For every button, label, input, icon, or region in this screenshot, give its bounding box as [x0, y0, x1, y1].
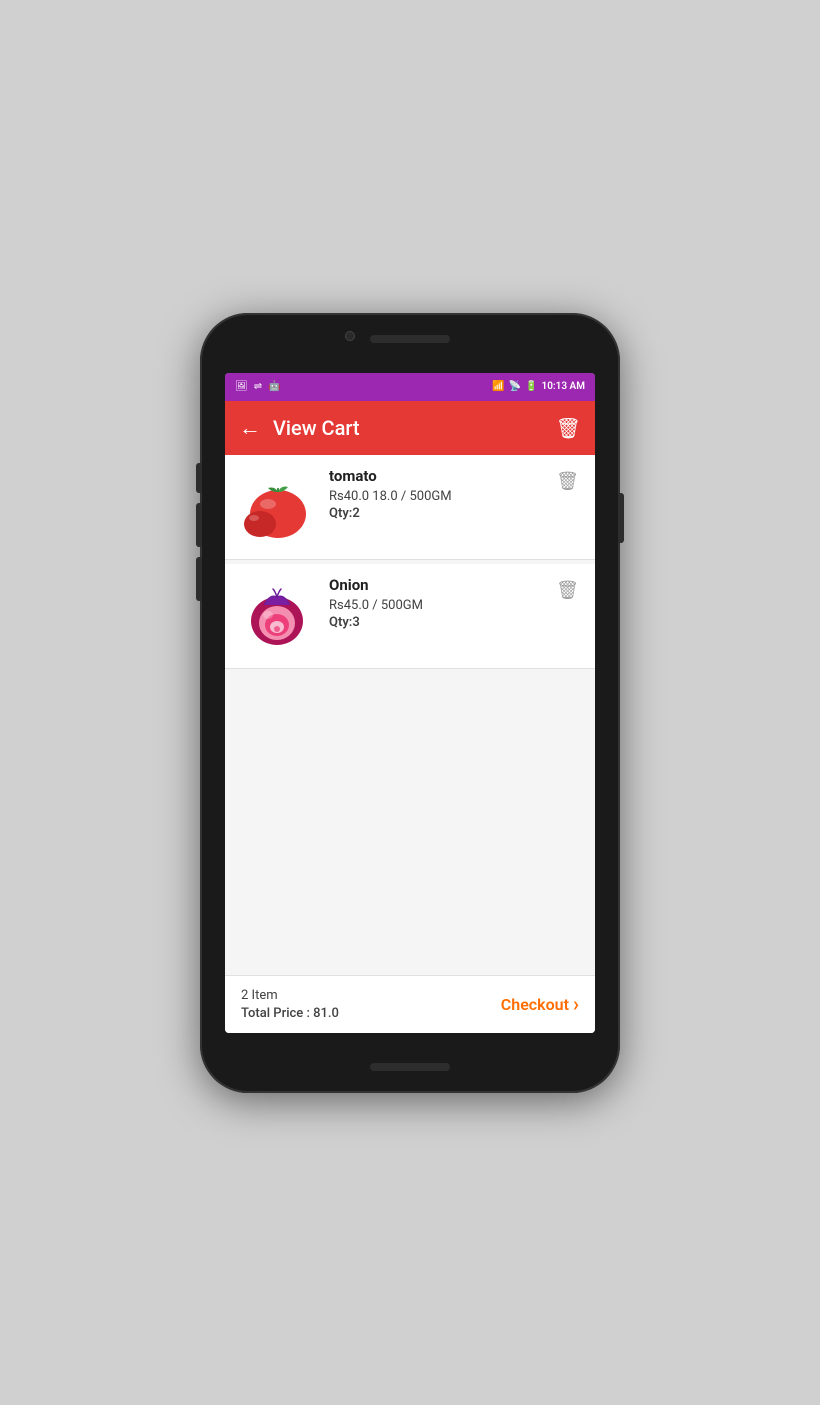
onion-details: Onion Rs45.0 / 500GM Qty:3 — [329, 576, 552, 630]
toolbar-delete-button[interactable]: 🗑 — [556, 416, 581, 440]
toolbar-title: View Cart — [273, 416, 556, 440]
onion-price: Rs45.0 / 500GM — [329, 598, 552, 613]
checkout-label: Checkout — [501, 995, 569, 1014]
onion-name: Onion — [329, 576, 552, 594]
tomato-qty: Qty:2 — [329, 506, 552, 521]
phone-speaker-bottom — [370, 1063, 450, 1071]
status-bar-right: 📶 📡 🔋 10:13 AM — [492, 381, 585, 392]
signal-icon: 📡 — [509, 381, 521, 392]
volume-down-button — [196, 557, 202, 601]
onion-delete-button[interactable]: 🗑 — [552, 576, 583, 605]
cart-content: tomato Rs40.0 18.0 / 500GM Qty:2 🗑 — [225, 455, 595, 1033]
phone-screen: 🖼 ⇌ 🤖 📶 📡 🔋 10:13 AM ← View Cart 🗑 — [225, 373, 595, 1033]
content-spacer — [225, 715, 595, 975]
phone-device: 🖼 ⇌ 🤖 📶 📡 🔋 10:13 AM ← View Cart 🗑 — [200, 313, 620, 1093]
cart-footer: 2 Item Total Price : 81.0 Checkout › — [225, 975, 595, 1033]
time-display: 10:13 AM — [542, 381, 586, 392]
phone-camera — [345, 331, 355, 341]
cart-item-tomato: tomato Rs40.0 18.0 / 500GM Qty:2 🗑 — [225, 455, 595, 560]
total-price: Total Price : 81.0 — [241, 1006, 339, 1021]
toolbar: ← View Cart 🗑 — [225, 401, 595, 455]
checkout-arrow-icon: › — [573, 992, 579, 1016]
volume-up-button — [196, 503, 202, 547]
back-button[interactable]: ← — [239, 415, 261, 441]
status-bar: 🖼 ⇌ 🤖 📶 📡 🔋 10:13 AM — [225, 373, 595, 401]
image-icon: 🖼 — [235, 381, 248, 392]
wifi-icon: 📶 — [492, 381, 504, 392]
tomato-name: tomato — [329, 467, 552, 485]
onion-image — [237, 576, 317, 656]
tomato-price: Rs40.0 18.0 / 500GM — [329, 489, 552, 504]
footer-info: 2 Item Total Price : 81.0 — [241, 988, 339, 1021]
tomato-details: tomato Rs40.0 18.0 / 500GM Qty:2 — [329, 467, 552, 521]
usb-icon: ⇌ — [254, 381, 262, 392]
tomato-image — [237, 467, 317, 547]
item-count: 2 Item — [241, 988, 339, 1003]
cart-item-onion: Onion Rs45.0 / 500GM Qty:3 🗑 — [225, 564, 595, 669]
onion-qty: Qty:3 — [329, 615, 552, 630]
silent-button — [196, 463, 202, 493]
battery-icon: 🔋 — [525, 381, 537, 392]
phone-speaker-top — [370, 335, 450, 343]
power-button — [618, 493, 624, 543]
tomato-delete-button[interactable]: 🗑 — [552, 467, 583, 496]
checkout-button[interactable]: Checkout › — [501, 992, 579, 1016]
android-icon: 🤖 — [268, 381, 280, 392]
cart-items-list: tomato Rs40.0 18.0 / 500GM Qty:2 🗑 — [225, 455, 595, 715]
status-bar-left: 🖼 ⇌ 🤖 — [235, 381, 492, 392]
